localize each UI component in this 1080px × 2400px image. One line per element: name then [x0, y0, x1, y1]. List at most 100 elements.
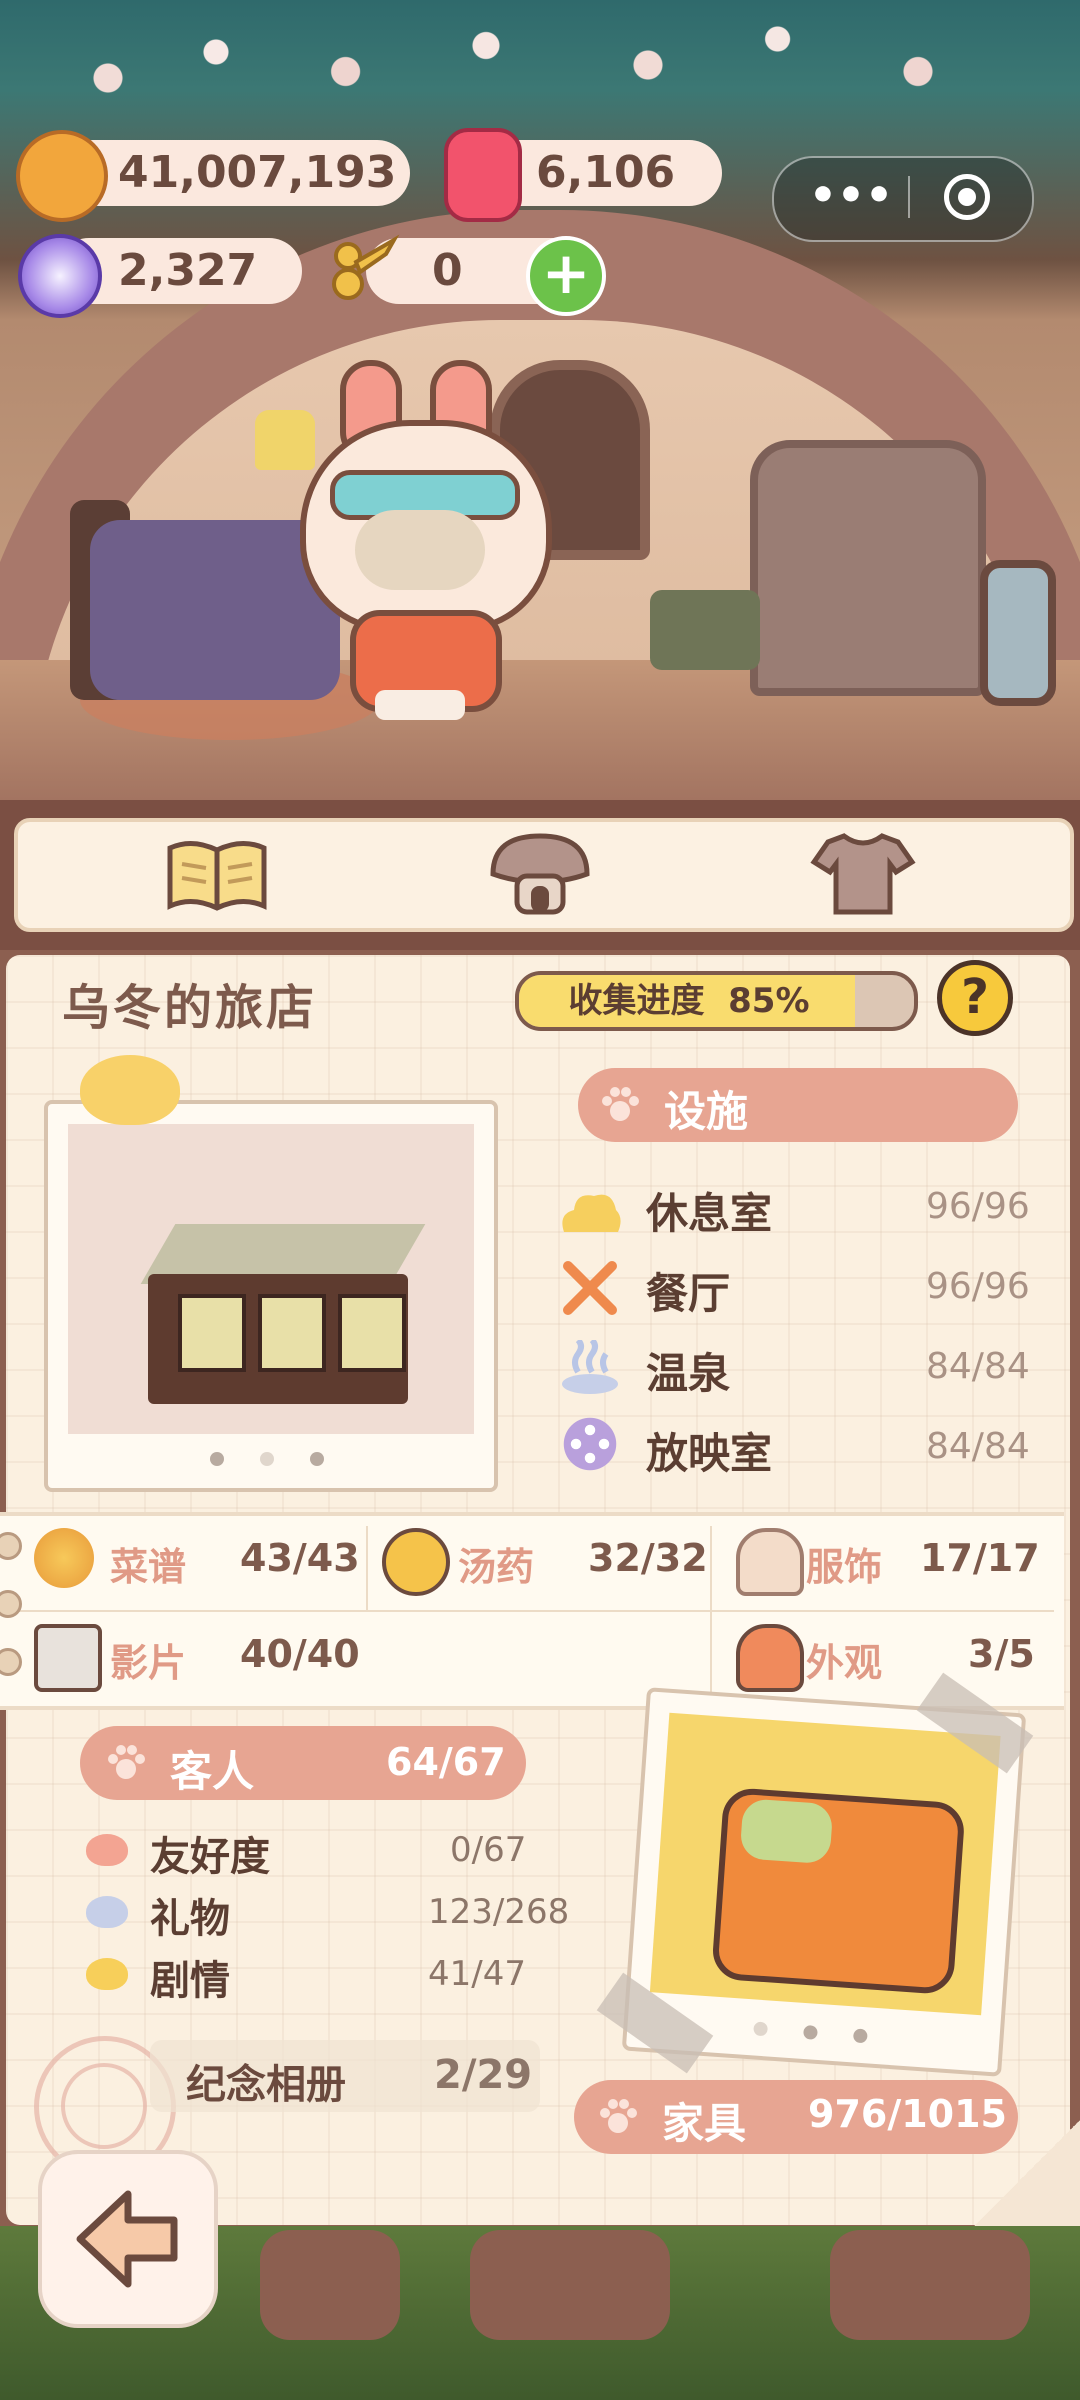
- category-value: 3/5: [968, 1632, 1035, 1676]
- divider: [366, 1526, 368, 1610]
- category-value: 43/43: [240, 1536, 360, 1580]
- heart-icon: [86, 1834, 128, 1866]
- facility-value: 96/96: [926, 1186, 1030, 1227]
- add-scissors-button[interactable]: +: [526, 236, 606, 316]
- progress-text: 收集进度 85%: [568, 981, 810, 1021]
- room-scene: [0, 0, 1080, 800]
- clapperboard-icon: [34, 1624, 102, 1692]
- more-menu-button[interactable]: •••: [806, 166, 896, 226]
- capsule-divider: [908, 176, 910, 218]
- bed-pillow: [739, 1798, 834, 1865]
- cookie-coin-icon: [16, 130, 108, 222]
- utensils-icon: [563, 1261, 617, 1315]
- flower-canopy: [0, 0, 1080, 130]
- coin-counter: 41,007,193: [60, 140, 410, 206]
- furniture-label: 家具: [662, 2099, 747, 2148]
- cloud-icon: [562, 1194, 621, 1232]
- category-recipes[interactable]: 菜谱 43/43: [34, 1524, 360, 1594]
- wardrobe: [750, 440, 986, 696]
- carousel-dot: [803, 2024, 818, 2040]
- character-face: [355, 510, 485, 590]
- photo-image: [68, 1124, 474, 1434]
- coin-value: 41,007,193: [118, 147, 397, 198]
- facility-value: 84/84: [926, 1426, 1030, 1467]
- stamp-inner: [61, 2063, 147, 2149]
- mushroom-house-icon: [736, 1624, 804, 1692]
- outfit-figure-icon: [736, 1528, 804, 1596]
- back-arrow-icon: [76, 2190, 178, 2288]
- category-appearance[interactable]: 外观 3/5: [736, 1620, 1056, 1692]
- carousel-dot: [753, 2021, 769, 2037]
- guest-stat-label: 友好度: [150, 1834, 270, 1880]
- heart-icon: [86, 1958, 128, 1990]
- close-target-icon[interactable]: [944, 174, 990, 220]
- potion-jar-icon: [382, 1528, 450, 1596]
- facility-label: 温泉: [646, 1349, 731, 1398]
- cabinet-drawer: [338, 1294, 406, 1372]
- cabinet-drawer: [258, 1294, 326, 1372]
- facilities-header-label: 设施: [664, 1087, 749, 1136]
- category-value: 32/32: [588, 1536, 708, 1580]
- bottom-menu-button[interactable]: [470, 2230, 670, 2340]
- hot-spring-icon: [562, 1340, 618, 1394]
- featured-photo-card[interactable]: [44, 1100, 498, 1492]
- help-button[interactable]: ?: [937, 960, 1013, 1036]
- paw-icon: [108, 1745, 145, 1779]
- category-label: 菜谱: [110, 1545, 187, 1589]
- candy-jelly-icon: [444, 128, 522, 222]
- dish-icon: [34, 1528, 94, 1588]
- guest-stat-row[interactable]: 剧情 41/47: [86, 1946, 526, 2004]
- guest-stat-value: 0/67: [450, 1830, 527, 1870]
- category-label: 外观: [806, 1641, 883, 1685]
- guest-stat-value: 41/47: [428, 1954, 526, 1994]
- candy-value: 6,106: [536, 147, 676, 198]
- facility-label: 放映室: [646, 1429, 773, 1478]
- category-label: 汤药: [458, 1545, 535, 1589]
- guests-header-label: 客人: [170, 1747, 255, 1796]
- album-value: 2/29: [434, 2052, 533, 2098]
- facilities-header: [578, 1068, 1018, 1142]
- player-character[interactable]: [300, 360, 552, 720]
- heart-icon: [86, 1896, 128, 1928]
- mirror: [980, 560, 1056, 706]
- gem-value: 2,327: [118, 245, 258, 296]
- scissors-value: 0: [432, 245, 463, 296]
- carousel-dot: [852, 2028, 868, 2044]
- bottom-menu-button[interactable]: [830, 2230, 1030, 2340]
- divider: [10, 1610, 1054, 1612]
- guest-stat-row[interactable]: 友好度 0/67: [86, 1822, 527, 1880]
- page-curl: [970, 2120, 1080, 2230]
- paw-icon: [600, 2099, 637, 2133]
- mushroom-hotel-icon[interactable]: [485, 828, 595, 918]
- guest-stat-label: 礼物: [150, 1896, 230, 1942]
- category-films[interactable]: 影片 40/40: [34, 1620, 360, 1692]
- back-button[interactable]: [38, 2150, 218, 2328]
- guest-stat-row[interactable]: 礼物 123/268: [86, 1884, 569, 1942]
- heart-icon: [80, 1055, 180, 1125]
- facility-label: 餐厅: [646, 1269, 731, 1318]
- category-label: 影片: [110, 1641, 187, 1685]
- treasure-chest: [650, 590, 760, 670]
- carousel-dot: [310, 1452, 324, 1466]
- guests-header-value: 64/67: [386, 1740, 506, 1784]
- category-label: 服饰: [806, 1545, 883, 1589]
- character-legs: [375, 690, 465, 720]
- album-button[interactable]: 纪念相册 2/29: [150, 2040, 540, 2112]
- category-value: 40/40: [240, 1632, 360, 1676]
- open-book-icon[interactable]: [162, 828, 272, 918]
- category-potions[interactable]: 汤药 32/32: [382, 1524, 708, 1596]
- guest-stat-value: 123/268: [428, 1892, 570, 1932]
- page-title: 乌冬的旅店: [62, 980, 318, 1036]
- paw-icon: [602, 1087, 639, 1121]
- bottom-menu-button[interactable]: [260, 2230, 400, 2340]
- facility-value: 84/84: [926, 1346, 1030, 1387]
- category-outfits[interactable]: 服饰 17/17: [736, 1524, 1056, 1596]
- facility-label: 休息室: [646, 1189, 773, 1238]
- guest-stat-label: 剧情: [150, 1958, 230, 2004]
- film-reel-icon: [563, 1417, 617, 1471]
- shirt-icon[interactable]: [808, 828, 918, 918]
- cabinet-drawer: [178, 1294, 246, 1372]
- crystal-gem-icon: [18, 234, 102, 318]
- carousel-dot: [260, 1452, 274, 1466]
- album-label: 纪念相册: [186, 2062, 346, 2108]
